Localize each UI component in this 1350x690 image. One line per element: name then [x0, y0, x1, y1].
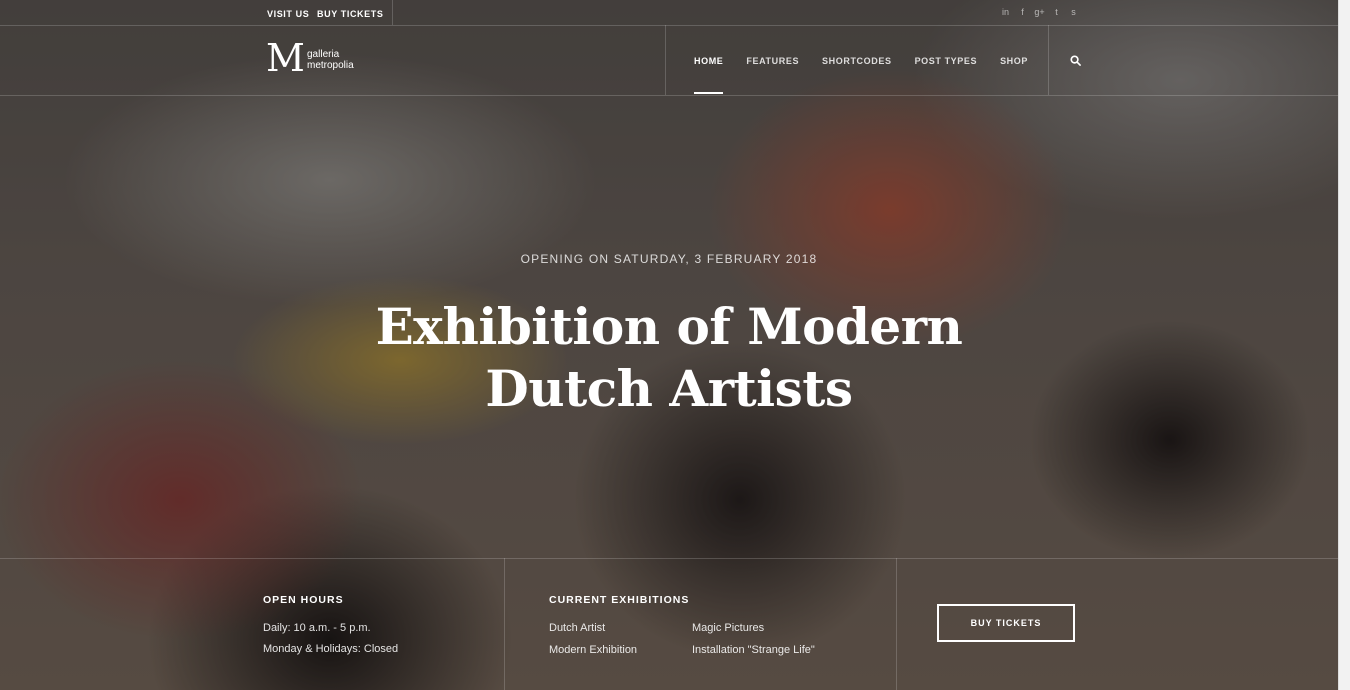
nav-shortcodes[interactable]: SHORTCODES: [822, 56, 892, 66]
exhibitions-title: CURRENT EXHIBITIONS: [549, 594, 690, 606]
skype-icon[interactable]: s: [1068, 7, 1079, 17]
nav-shop[interactable]: SHOP: [1000, 56, 1028, 66]
linkedin-icon[interactable]: in: [1000, 7, 1011, 17]
nav-post-types[interactable]: POST TYPES: [915, 56, 978, 66]
open-hours-title: OPEN HOURS: [263, 594, 344, 606]
hero-title: Exhibition of Modern Dutch Artists: [369, 296, 969, 420]
visit-us-link[interactable]: VISIT US: [267, 9, 309, 19]
exhibition-link[interactable]: Installation "Strange Life": [692, 644, 815, 656]
page-content: VISIT US BUY TICKETS in f g+ t s M galle…: [0, 0, 1338, 690]
hero-subtitle: OPENING ON SATURDAY, 3 FEBRUARY 2018: [520, 252, 818, 266]
exhibition-link[interactable]: Dutch Artist: [549, 622, 605, 634]
nav-home[interactable]: HOME: [694, 56, 724, 94]
nav-features[interactable]: FEATURES: [746, 56, 799, 66]
logo-text[interactable]: galleria metropolia: [307, 49, 354, 71]
open-hours-line-1: Daily: 10 a.m. - 5 p.m.: [263, 622, 371, 634]
social-links: in f g+ t s: [1000, 7, 1079, 17]
exhibition-link[interactable]: Modern Exhibition: [549, 644, 637, 656]
hero-title-line-2: Dutch Artists: [485, 359, 853, 418]
main-nav: HOME FEATURES SHORTCODES POST TYPES SHOP: [694, 56, 1051, 94]
googleplus-icon[interactable]: g+: [1034, 7, 1045, 17]
facebook-icon[interactable]: f: [1017, 7, 1028, 17]
logo-mark[interactable]: M: [266, 38, 305, 78]
logo-line-2: metropolia: [307, 60, 354, 71]
logo-line-1: galleria: [307, 49, 340, 60]
buy-tickets-button[interactable]: BUY TICKETS: [937, 604, 1075, 642]
hero-title-line-1: Exhibition of Modern: [375, 297, 963, 356]
open-hours-line-2: Monday & Holidays: Closed: [263, 643, 399, 655]
exhibition-link[interactable]: Magic Pictures: [692, 622, 764, 634]
twitter-icon[interactable]: t: [1051, 7, 1062, 17]
buy-tickets-top-link[interactable]: BUY TICKETS: [317, 9, 383, 19]
page-scrollbar[interactable]: [1338, 0, 1350, 690]
search-icon[interactable]: [1070, 55, 1081, 66]
